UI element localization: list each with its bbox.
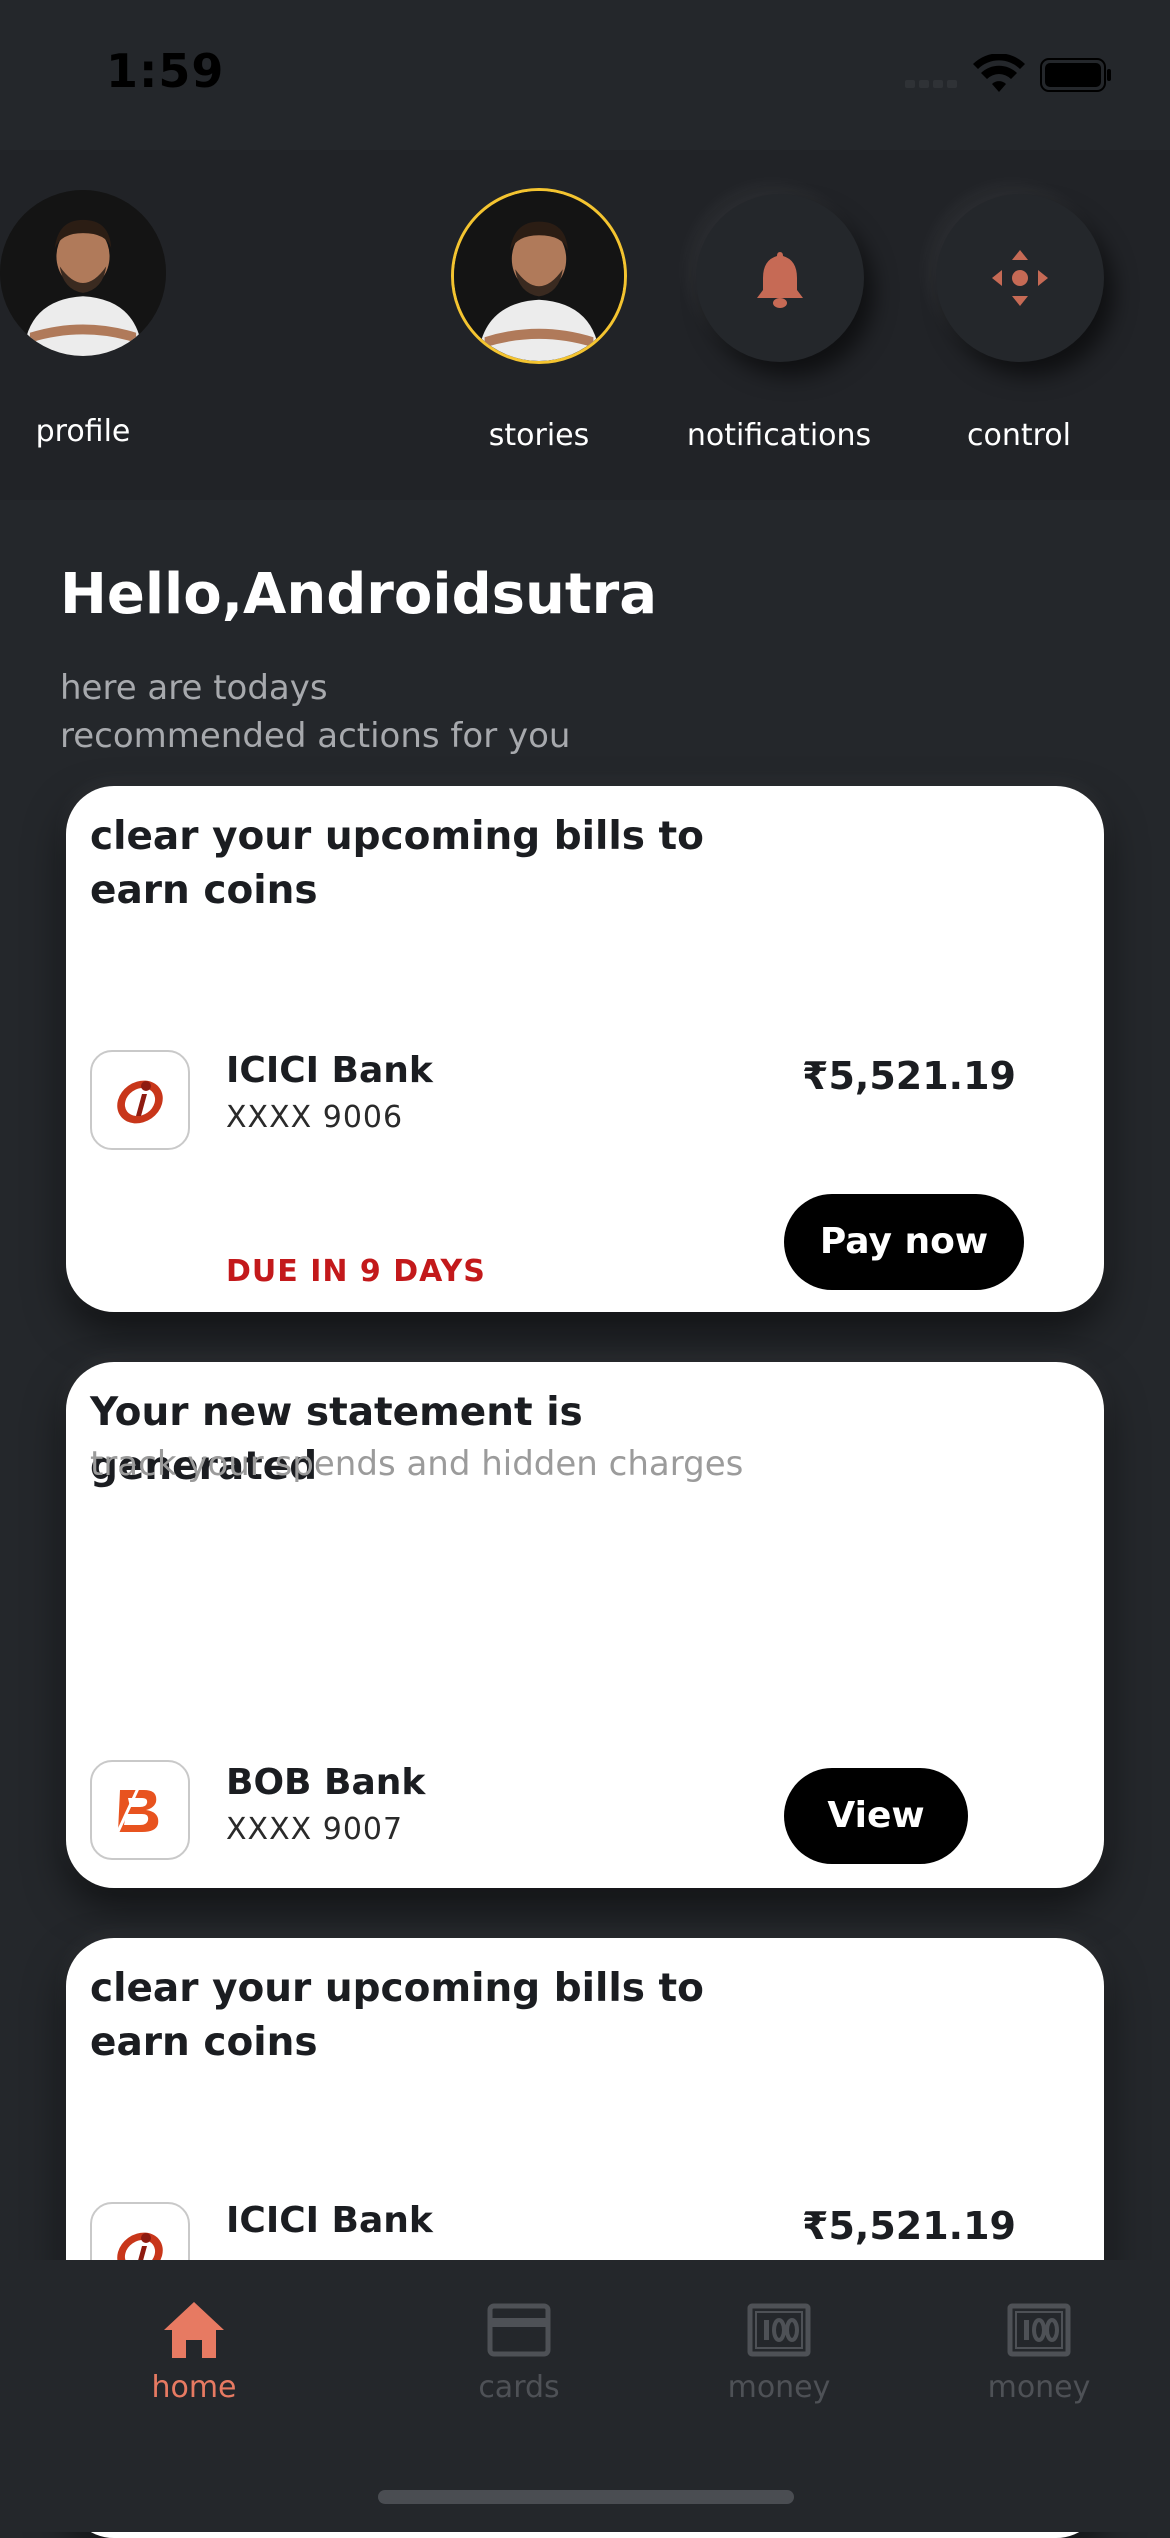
tab-money[interactable]: money [679,2300,879,2405]
home-indicator[interactable] [378,2490,794,2504]
greeting-subtitle-line1: here are todays [60,668,328,708]
tab-money-2[interactable]: money [939,2300,1139,2405]
statement-card[interactable]: Your new statement is generated track yo… [66,1362,1104,1888]
account-number: XXXX 9007 [226,1812,404,1847]
icici-logo-icon [117,1080,163,1124]
wifi-icon [973,54,1025,92]
status-time: 1:59 [106,44,225,98]
profile-avatar[interactable] [0,190,166,356]
card-icon [487,2303,551,2357]
tab-money-2-label: money [987,2370,1091,2405]
greeting-subtitle: here are todays recommended actions for … [60,664,760,760]
stories-label: stories [488,418,590,453]
status-bar: 1:59 [0,0,1170,150]
view-button[interactable]: View [784,1768,968,1864]
tab-home[interactable]: home [94,2300,294,2405]
account-number: XXXX 9006 [226,1100,404,1135]
bank-name: BOB Bank [226,1762,426,1803]
card-title: clear your upcoming bills to earn coins [90,814,704,913]
notifications-label: notifications [686,418,872,453]
notifications-button[interactable] [696,194,864,362]
tab-cards-label: cards [478,2370,560,2405]
card-subtitle: track your spends and hidden charges [90,1444,744,1484]
bank-name: ICICI Bank [226,2200,433,2241]
person-photo-icon [0,190,166,356]
control-label: control [967,418,1071,453]
money-icon [747,2303,811,2357]
due-label: DUE IN 9 DAYS [226,1254,486,1289]
bell-icon [757,252,803,308]
tab-cards[interactable]: cards [419,2300,619,2405]
header: profile stories notifications control [0,150,1170,500]
stories-avatar[interactable] [451,188,627,364]
person-photo-icon [454,191,624,361]
move-control-icon [992,250,1048,306]
pay-now-button[interactable]: Pay now [784,1194,1024,1290]
bill-card[interactable]: clear your upcoming bills to earn coins … [66,786,1104,1312]
tab-money-label: money [727,2370,831,2405]
bob-logo-icon [114,1783,159,1837]
home-icon [164,2302,224,2358]
card-title: clear your upcoming bills to earn coins [90,1966,704,2065]
money-icon [1007,2303,1071,2357]
profile-label: profile [35,414,131,449]
control-button[interactable] [936,194,1104,362]
greeting-subtitle-line2: recommended actions for you [60,716,571,756]
amount-due: ₹5,521.19 [802,2204,1016,2248]
battery-icon [1040,58,1111,92]
signal-icon [905,80,965,88]
tab-home-label: home [151,2370,237,2405]
amount-due: ₹5,521.19 [802,1054,1016,1098]
bob-logo [90,1760,190,1860]
bank-name: ICICI Bank [226,1050,433,1091]
icici-logo [90,1050,190,1150]
greeting-title: Hello,Androidsutra [60,562,658,627]
